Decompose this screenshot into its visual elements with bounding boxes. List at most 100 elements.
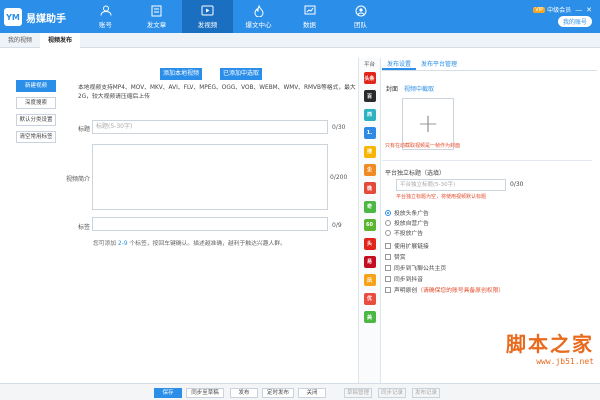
nav-video[interactable]: 发视频	[182, 0, 233, 33]
nav-team[interactable]: 团队	[335, 0, 386, 33]
weibo-icon[interactable]: 微	[363, 182, 376, 195]
watermark-url: www.jb51.net	[536, 357, 594, 366]
video-form: 添加本地视频 已添加中选取 本地视频支持MP4、MOV、MKV、AVI、FLV、…	[60, 48, 360, 383]
radio-toutiao-ad[interactable]: 投放头条广告	[385, 208, 429, 217]
check-label: 赞赏	[394, 255, 406, 261]
deep-search-button[interactable]: 深度搜索	[16, 97, 56, 109]
netease-icon[interactable]: 易	[363, 255, 376, 268]
tags-input[interactable]	[92, 217, 328, 231]
timed-publish-button[interactable]: 定时发布	[262, 388, 294, 398]
cover-row: 封面 视频中截取	[386, 84, 434, 93]
plus-icon: +	[417, 109, 439, 139]
toutiao-icon[interactable]: 头条	[363, 72, 376, 84]
check-declare-original[interactable]: 声明原创 （请确保您的账号具备原创权限）	[385, 285, 504, 294]
radio-label: 投放头条广告	[394, 211, 429, 217]
baijia-icon[interactable]: 百	[363, 90, 376, 103]
close-icon[interactable]: ✕	[586, 6, 592, 14]
add-selected-button[interactable]: 已添加中选取	[220, 68, 262, 80]
radio-button[interactable]	[385, 229, 391, 236]
nav-label: 账号	[99, 20, 112, 29]
my-account-button[interactable]: 我的账号	[557, 16, 592, 27]
qie-icon[interactable]: 企	[363, 163, 376, 176]
sohu-icon[interactable]: 搜	[363, 145, 376, 158]
fire-icon	[252, 4, 266, 17]
close-button[interactable]: 关闭	[298, 388, 326, 398]
dafeng-icon[interactable]: 凤	[363, 274, 376, 287]
nav-label: 团队	[354, 20, 367, 29]
yidian-icon[interactable]: 1.	[363, 127, 376, 140]
tab-publish-settings[interactable]: 发布设置	[382, 58, 417, 70]
title-counter: 0/30	[332, 124, 346, 131]
independent-title-counter: 0/30	[510, 181, 524, 188]
sync-record-button[interactable]: 同步记录	[378, 388, 406, 398]
title-input[interactable]: 标题(5-30字)	[92, 120, 328, 134]
radio-button[interactable]	[385, 219, 391, 226]
intro-counter: 0/200	[330, 174, 348, 181]
youku-icon[interactable]: 优	[363, 292, 376, 305]
nav-label: 爆文中心	[245, 20, 272, 29]
nav-hot[interactable]: 爆文中心	[233, 0, 284, 33]
declare-note: （请确保您的账号具备原创权限）	[417, 288, 505, 294]
nav-label: 数据	[303, 20, 316, 29]
independent-title-input[interactable]: 平台独立标题(5-30字)	[396, 179, 506, 191]
publish-record-button[interactable]: 发布记录	[412, 388, 440, 398]
radio-no-ad[interactable]: 不投放广告	[385, 228, 423, 237]
default-category-button[interactable]: 默认分类设置	[16, 114, 56, 126]
tab-video-publish[interactable]: 视频发布	[40, 33, 81, 48]
check-extend-link[interactable]: 使用扩展链接	[385, 241, 429, 250]
intro-label: 视频简介	[66, 176, 91, 183]
independent-title-label: 平台独立标题（选填）	[385, 170, 446, 177]
checkbox[interactable]	[385, 253, 391, 260]
article-icon	[150, 5, 164, 17]
save-button[interactable]: 保存	[154, 388, 182, 398]
radio-label: 不投放广告	[394, 231, 423, 237]
radio-button[interactable]	[385, 209, 391, 216]
vip-badge: VIP	[533, 6, 546, 13]
iqiyi-icon[interactable]: 奇	[363, 200, 376, 213]
checkbox[interactable]	[385, 242, 391, 249]
intro-textarea[interactable]	[92, 144, 328, 210]
tip-post: 个标签，按回车键确认。描述越准确，越利于触达兴趣人群。	[129, 241, 286, 247]
cover-label: 封面	[386, 86, 399, 93]
tab-platform-manage[interactable]: 发布平台管理	[416, 58, 462, 70]
video-icon	[201, 5, 215, 17]
tip-pre: 您可添加	[93, 241, 117, 247]
360-icon[interactable]: 60	[363, 219, 376, 232]
tab-my-videos[interactable]: 我的视频	[0, 33, 40, 48]
clear-tags-button[interactable]: 清空常用标签	[16, 131, 56, 143]
nav-data[interactable]: 数据	[284, 0, 335, 33]
checkbox[interactable]	[385, 275, 391, 282]
platform-list: 头条百西 1. 搜企微奇 60 头易凤优美	[359, 72, 380, 324]
checkbox[interactable]	[385, 286, 391, 293]
check-sync-douyin[interactable]: 同步到抖音	[385, 274, 423, 283]
sync-draft-button[interactable]: 同步至草稿	[186, 388, 224, 398]
data-icon	[303, 5, 317, 17]
member-level[interactable]: 中级会员	[547, 5, 571, 14]
check-reward[interactable]: 赞赏	[385, 252, 406, 261]
minimize-icon[interactable]: —	[575, 6, 582, 14]
bottom-bar: 保存 同步至草稿 发布 定时发布 关闭 草稿管理 同步记录 发布记录	[0, 383, 600, 400]
draft-manage-button[interactable]: 草稿管理	[344, 388, 372, 398]
radio-label: 投放自营广告	[394, 221, 429, 227]
platform-column: 平台 头条百西 1. 搜企微奇 60 头易凤优美	[358, 58, 381, 383]
app-name: 易媒助手	[26, 13, 66, 25]
nav-article[interactable]: 发文章	[131, 0, 182, 33]
window-controls: VIP 中级会员 — ✕	[533, 5, 592, 14]
publish-button[interactable]: 发布	[230, 388, 258, 398]
cover-from-video-link[interactable]: 视频中截取	[404, 86, 434, 93]
toutiao2-icon[interactable]: 头	[363, 237, 376, 250]
nav-account[interactable]: 账号	[80, 0, 131, 33]
watermark-title: 脚本之家	[506, 332, 594, 356]
radio-self-ad[interactable]: 投放自营广告	[385, 218, 429, 227]
platform-header: 平台	[363, 62, 375, 68]
ixigua-icon[interactable]: 西	[363, 108, 376, 121]
tags-counter: 0/9	[332, 222, 342, 229]
check-sync-feiliao[interactable]: 同步到飞聊公共主页	[385, 263, 446, 272]
meipai-icon[interactable]: 美	[363, 311, 376, 324]
new-video-button[interactable]: 新建视频	[16, 80, 56, 92]
checkbox[interactable]	[385, 264, 391, 271]
add-local-video-button[interactable]: 添加本地视频	[160, 68, 202, 80]
tags-tip: 您可添加 2-9 个标签，按回车键确认。描述越准确，越利于触达兴趣人群。	[93, 238, 286, 247]
main-nav: 账号 发文章 发视频 爆文中心 数据 团队	[80, 0, 386, 33]
format-hint: 本地视频支持MP4、MOV、MKV、AVI、FLV、MPEG、OGG、VOB、W…	[78, 85, 356, 100]
